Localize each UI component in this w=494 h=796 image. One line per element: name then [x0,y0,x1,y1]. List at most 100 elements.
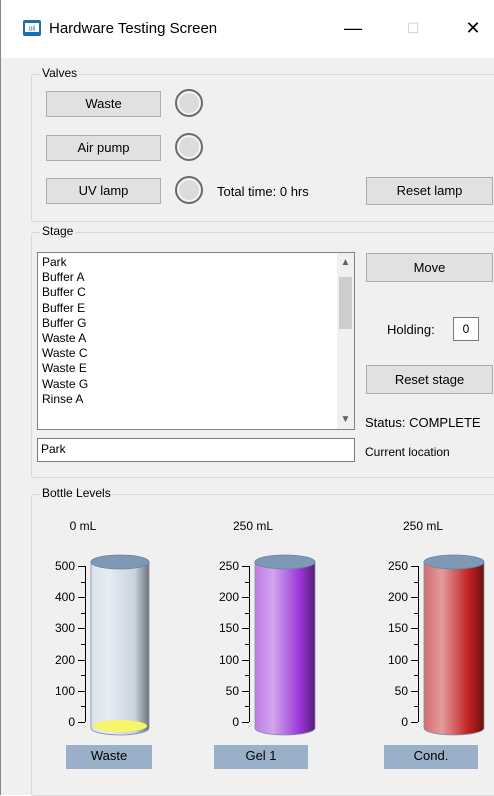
bottle-scale-minor-tick [245,706,249,708]
uv-lamp-button[interactable]: UV lamp [46,178,161,204]
reset-lamp-button[interactable]: Reset lamp [366,177,493,205]
stage-list-item[interactable]: Waste E [42,361,87,375]
bottle-scale-tick [78,659,85,661]
title-bar: oii Hardware Testing Screen — ☐ ✕ [1,0,494,58]
bottle-scale-minor-tick [81,675,85,677]
bottle-scale-minor-tick [414,581,418,583]
bottle-scale-tick [78,690,85,692]
bottle-scale-tick [242,659,249,661]
bottle-scale-label: 0 [68,715,75,729]
bottle-scale-label: 150 [218,621,239,636]
bottle-scale-minor-tick [414,706,418,708]
bottle-scale-tick [242,628,249,630]
app-logo-icon: oii [23,20,41,36]
bottle-scale-label: 400 [54,590,75,605]
stage-list-item[interactable]: Waste C [42,346,88,360]
bottle-scale-label: 0 [232,715,239,729]
scrollbar-thumb[interactable] [339,277,352,329]
stage-location-list[interactable]: Park Buffer A Buffer C Buffer E Buffer G Wast… [37,252,355,430]
bottle-scale-label: 0 [401,715,408,729]
holding-label: Holding: [387,322,435,337]
move-button[interactable]: Move [366,253,493,282]
stage-list-item[interactable]: Buffer A [42,270,84,284]
bottle-scale-minor-tick [245,644,249,645]
bottle-scale-tick [78,722,85,723]
bottle-scale-label: 300 [54,621,75,636]
bottle-scale-tick [411,597,418,599]
svg-text:oii: oii [28,26,35,33]
stage-list-scrollbar[interactable]: ▲ ▼ [337,253,354,429]
bottle-scale-tick [242,597,249,599]
bottle-scale-tick [411,628,418,630]
bottle-scale-axis [249,566,250,722]
bottle-name-label: Gel 1 [214,745,308,769]
bottle-cylinder-icon [254,554,316,736]
bottle-scale-minor-tick [81,706,85,708]
bottle-level-text: 0 mL [69,519,97,533]
bottle-scale-tick [411,690,418,692]
stage-list-item[interactable]: Waste A [42,331,86,345]
minimize-button[interactable]: — [333,14,373,42]
bottle-levels-label: Bottle Levels [40,486,113,500]
bottle-scale-tick [411,722,418,723]
valves-group-label: Valves [40,66,80,80]
bottle-scale-label: 100 [387,652,408,667]
bottle-scale-label: 50 [394,683,408,698]
bottle-scale-axis [85,566,86,722]
bottle-scale-label: 200 [54,652,75,667]
maximize-button[interactable]: ☐ [393,14,433,42]
bottle-scale-tick [78,566,85,567]
stage-list-item[interactable]: Buffer E [42,301,85,315]
bottle-scale-minor-tick [81,581,85,583]
bottle-scale-tick [78,597,85,599]
bottle-scale-minor-tick [245,612,249,614]
waste-valve-indicator [175,89,203,117]
current-location-field[interactable]: Park [37,438,355,462]
bottle-scale-label: 500 [54,559,75,573]
bottle-name-label: Waste [66,745,152,769]
bottle-scale-minor-tick [245,581,249,583]
bottle-scale-minor-tick [245,675,249,677]
window-title: Hardware Testing Screen [49,20,218,37]
stage-list-item[interactable]: Rinse A [42,392,83,406]
stage-list-item[interactable]: Park [42,255,67,269]
scroll-up-icon[interactable]: ▲ [337,257,354,268]
bottle-scale-label: 50 [225,683,239,698]
bottle-scale-label: 150 [387,621,408,636]
close-button[interactable]: ✕ [453,14,493,42]
bottle-name-label: Cond. [384,745,478,769]
reset-stage-button[interactable]: Reset stage [366,365,493,394]
bottle-scale-minor-tick [414,612,418,614]
stage-group-label: Stage [40,224,76,238]
bottle-scale-label: 200 [218,590,239,605]
bottle-scale-tick [78,628,85,630]
scroll-down-icon[interactable]: ▼ [337,414,354,425]
bottle-scale-tick [242,690,249,692]
air-pump-button[interactable]: Air pump [46,135,161,161]
stage-status-label: Status: COMPLETE [365,415,481,430]
bottle-scale-minor-tick [81,644,85,645]
bottle-scale-tick [411,659,418,661]
total-time-label: Total time: 0 hrs [217,184,309,199]
bottle-scale-tick [242,566,249,567]
bottle-scale-label: 250 [218,559,239,573]
bottle-scale-minor-tick [414,644,418,645]
current-location-label: Current location [365,445,450,459]
stage-list-item[interactable]: Waste G [42,377,88,391]
bottle-scale-label: 250 [387,559,408,573]
holding-value-field[interactable]: 0 [453,317,479,341]
bottle-cylinder-icon [423,554,485,736]
app-window: oii Hardware Testing Screen — ☐ ✕ Valves… [0,0,494,796]
bottle-scale-tick [411,566,418,567]
uv-lamp-indicator [175,176,203,204]
bottle-scale-tick [242,722,249,723]
stage-list-item[interactable]: Buffer G [42,316,86,330]
waste-valve-button[interactable]: Waste [46,91,161,117]
stage-list-item[interactable]: Buffer C [42,285,86,299]
bottle-scale-minor-tick [414,675,418,677]
bottle-scale-axis [418,566,419,722]
bottle-level-text: 250 mL [402,519,444,533]
bottle-scale-minor-tick [81,612,85,614]
bottle-scale-label: 100 [218,652,239,667]
bottle-scale-label: 200 [387,590,408,605]
